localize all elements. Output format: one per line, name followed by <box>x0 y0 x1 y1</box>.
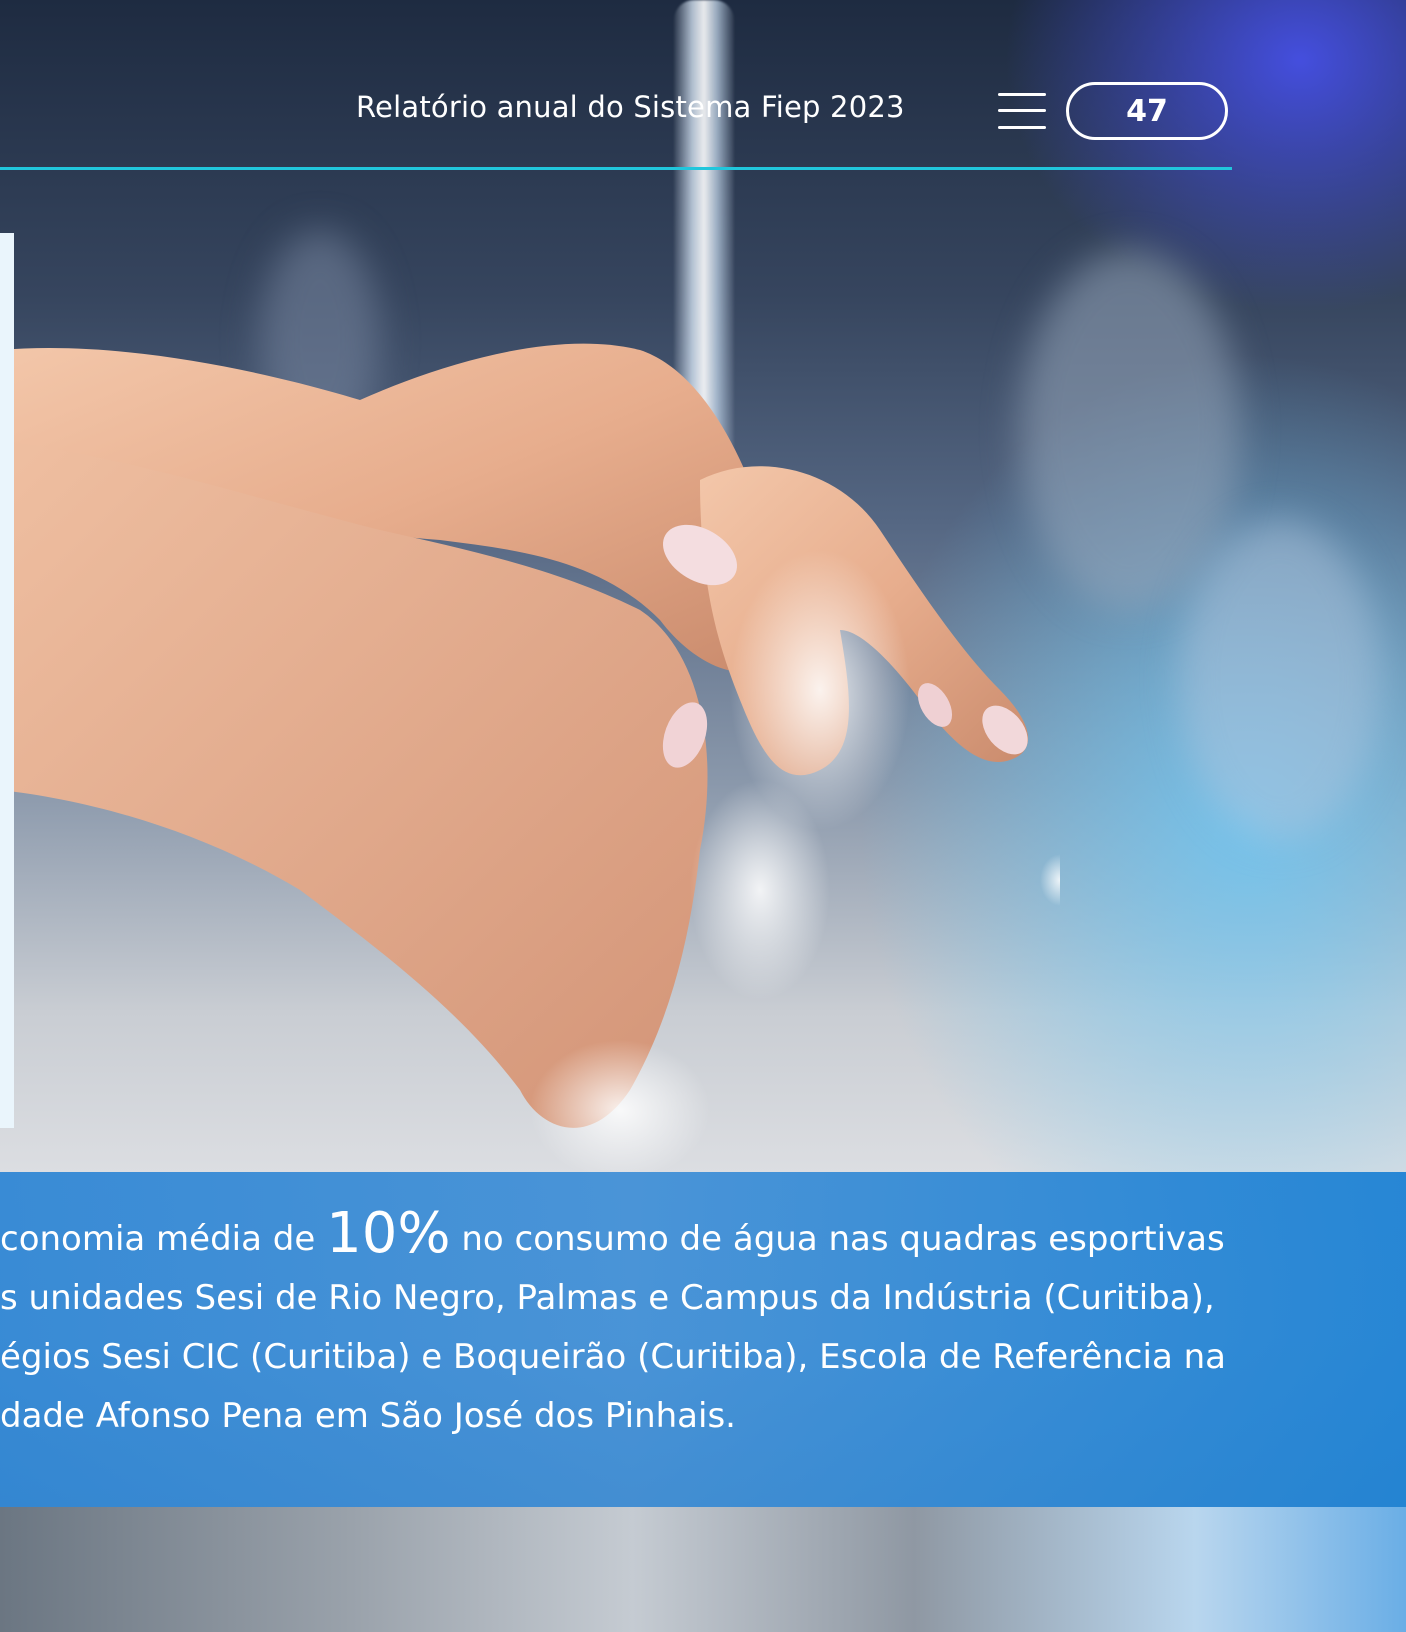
caption-line: s unidades Sesi de Rio Negro, Palmas e C… <box>0 1278 1215 1318</box>
menu-icon-bar <box>998 93 1046 96</box>
report-title: Relatório anual do Sistema Fiep 2023 <box>356 90 905 124</box>
caption-text: conomia média de 10% no consumo de água … <box>0 1210 1330 1446</box>
side-panel-edge <box>0 233 14 1128</box>
background-blur-shape <box>1180 520 1380 840</box>
caption-line: dade Afonso Pena em São José dos Pinhais… <box>0 1396 736 1436</box>
caption-line: conomia média de 10% no consumo de água … <box>0 1210 1330 1269</box>
page-number-badge[interactable]: 47 <box>1066 82 1228 140</box>
menu-icon-bar <box>998 126 1046 129</box>
sink-water-image <box>0 1507 1406 1632</box>
menu-icon-bar <box>998 109 1046 112</box>
hamburger-menu-icon[interactable] <box>998 90 1046 132</box>
page: Relatório anual do Sistema Fiep 2023 47 … <box>0 0 1406 1632</box>
caption-line: égios Sesi CIC (Curitiba) e Boqueirão (C… <box>0 1337 1226 1377</box>
header-divider <box>0 167 1232 170</box>
highlight-percentage: 10% <box>326 1210 451 1266</box>
hands-washing-image <box>0 343 1060 1180</box>
